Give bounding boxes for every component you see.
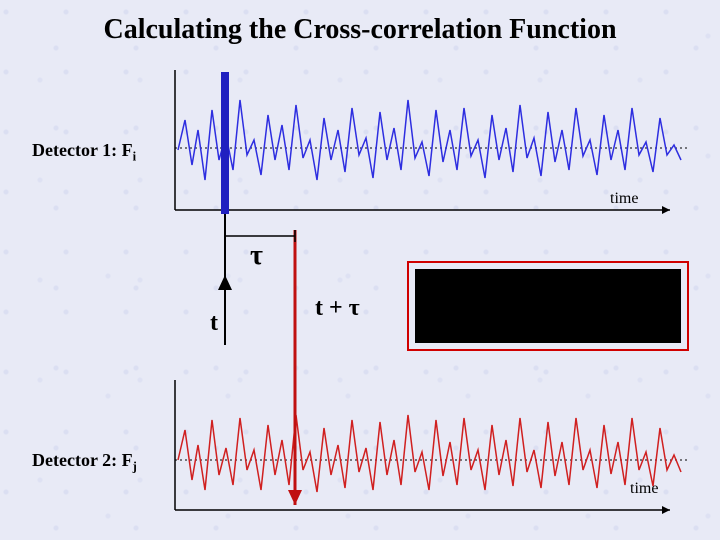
diagram-svg	[0, 0, 720, 540]
detector2-axes	[175, 380, 690, 514]
t-plus-tau-marker-line	[288, 230, 302, 505]
t-marker-line	[218, 72, 232, 345]
detector1-signal	[178, 100, 681, 180]
slide: Calculating the Cross-correlation Functi…	[0, 0, 720, 540]
equation-box	[408, 262, 688, 350]
detector2-signal	[178, 415, 681, 492]
tau-bracket	[225, 230, 295, 242]
